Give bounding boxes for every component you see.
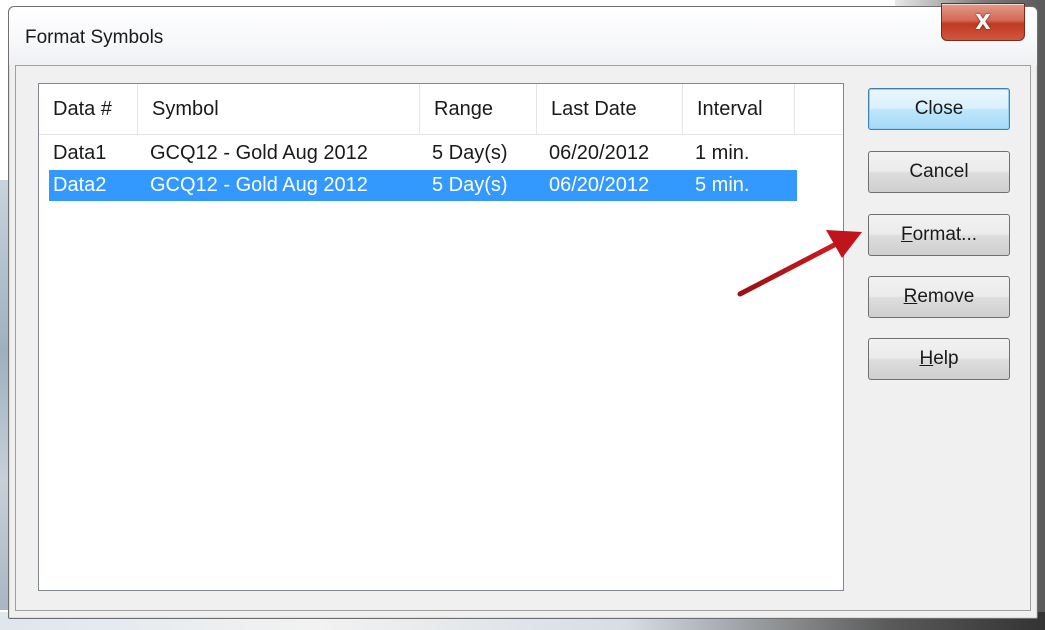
column-header-label: Interval	[697, 97, 763, 120]
cell-symbol: GCQ12 - Gold Aug 2012	[150, 142, 368, 164]
cell-data: Data2	[53, 174, 107, 196]
cell-interval: 5 min.	[695, 174, 750, 196]
list-header: Data # Symbol Range Last Date Interval	[39, 84, 843, 135]
column-header-filler	[795, 84, 843, 134]
help-button-label: Help	[919, 348, 958, 370]
column-header-symbol[interactable]: Symbol	[138, 84, 420, 134]
title-bar: Format Symbols X	[9, 3, 1037, 65]
list-row-data1[interactable]: Data1 GCQ12 - Gold Aug 2012 5 Day(s) 06/…	[49, 138, 797, 169]
column-header-label: Symbol	[152, 97, 219, 120]
cell-symbol: GCQ12 - Gold Aug 2012	[150, 174, 368, 196]
cancel-button[interactable]: Cancel	[868, 151, 1010, 193]
help-button[interactable]: Help	[868, 338, 1010, 380]
label-rest: ormat...	[912, 224, 977, 245]
column-header-label: Data #	[53, 97, 112, 120]
mnemonic: F	[900, 224, 913, 245]
cell-last-date: 06/20/2012	[549, 142, 650, 164]
column-header-range[interactable]: Range	[420, 84, 537, 134]
close-button[interactable]: Close	[868, 88, 1010, 130]
column-header-interval[interactable]: Interval	[683, 84, 795, 134]
cell-interval: 1 min.	[695, 142, 750, 164]
column-header-last-date[interactable]: Last Date	[537, 84, 683, 134]
format-button-label: Format...	[901, 224, 977, 246]
cell-last-date: 06/20/2012	[549, 174, 650, 196]
cell-range: 5 Day(s)	[432, 174, 508, 196]
column-header-data[interactable]: Data #	[39, 84, 138, 134]
mnemonic: H	[919, 348, 934, 369]
mnemonic: R	[903, 286, 918, 307]
symbols-list[interactable]: Data # Symbol Range Last Date Interval D…	[38, 83, 844, 591]
cell-data: Data1	[53, 142, 107, 164]
remove-button[interactable]: Remove	[868, 276, 1010, 318]
cell-range: 5 Day(s)	[432, 142, 508, 164]
window-close-button[interactable]: X	[941, 3, 1025, 41]
column-header-label: Last Date	[551, 97, 637, 120]
cancel-button-label: Cancel	[909, 161, 969, 182]
list-row-data2[interactable]: Data2 GCQ12 - Gold Aug 2012 5 Day(s) 06/…	[49, 170, 797, 201]
format-button[interactable]: Format...	[868, 214, 1010, 256]
remove-button-label: Remove	[904, 286, 975, 308]
close-button-label: Close	[914, 98, 964, 119]
window-title: Format Symbols	[25, 27, 164, 48]
label-rest: emove	[917, 286, 975, 307]
label-rest: elp	[933, 348, 959, 369]
column-header-label: Range	[434, 97, 493, 120]
close-icon: X	[975, 10, 991, 34]
